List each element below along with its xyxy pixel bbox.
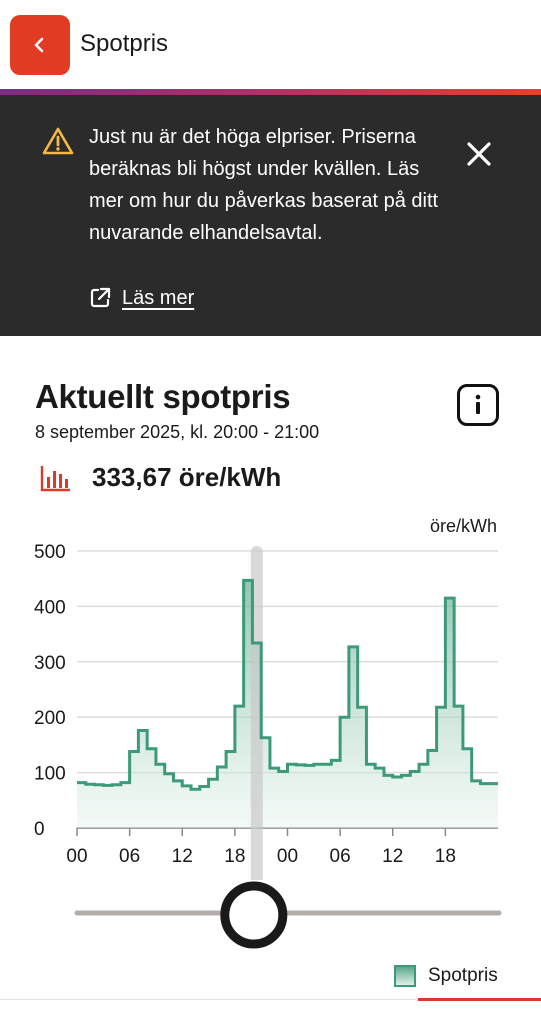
price-period: 8 september 2025, kl. 20:00 - 21:00	[35, 422, 320, 442]
y-tick-label: 300	[34, 653, 66, 674]
alert-message: Just nu är det höga elpriser. Priserna b…	[89, 126, 439, 244]
x-tick-label: 12	[172, 846, 193, 867]
legend-label: Spotpris	[428, 965, 498, 986]
x-tick-label: 18	[435, 846, 456, 867]
page-title: Spotpris	[80, 30, 169, 57]
x-tick-label: 00	[66, 846, 87, 867]
legend-swatch	[394, 965, 416, 987]
y-tick-label: 0	[34, 819, 45, 840]
y-tick-label: 100	[34, 764, 66, 785]
bottom-tab-indicator	[418, 998, 541, 1001]
y-axis-unit-label: öre/kWh	[430, 516, 497, 536]
close-icon	[467, 142, 491, 166]
y-axis-ticks: 0 100 200 300 400 500	[34, 542, 66, 840]
current-price: 333,67 öre/kWh	[92, 462, 282, 492]
top-bar: Spotpris	[0, 0, 541, 92]
read-more-label: Läs mer	[122, 286, 195, 309]
y-tick-label: 500	[34, 542, 66, 563]
spot-price-chart: öre/kWh 0 100 200 300 400 500 00 06 12 18 00 06 12 1…	[34, 516, 498, 880]
slider-thumb[interactable]	[220, 881, 288, 949]
close-banner-button[interactable]	[460, 135, 498, 173]
bar-chart-icon	[40, 465, 70, 491]
warning-triangle-icon	[42, 127, 74, 155]
chart-legend: Spotpris	[394, 965, 498, 987]
x-tick-label: 06	[119, 846, 140, 867]
info-icon	[475, 394, 481, 414]
x-tick-label: 06	[330, 846, 351, 867]
x-tick-label: 00	[277, 846, 298, 867]
y-tick-label: 400	[34, 597, 66, 618]
section-title: Aktuellt spotpris	[35, 378, 291, 415]
time-slider[interactable]	[0, 880, 541, 950]
back-button[interactable]	[10, 15, 70, 75]
external-link-icon	[90, 287, 111, 308]
current-price-row: 333,67 öre/kWh	[40, 462, 281, 493]
y-tick-label: 200	[34, 708, 66, 729]
x-tick-label: 18	[224, 846, 245, 867]
x-tick-label: 12	[382, 846, 403, 867]
info-button[interactable]	[457, 384, 499, 426]
price-area	[77, 580, 498, 828]
chevron-left-icon	[34, 37, 44, 53]
read-more-link[interactable]: Läs mer	[88, 286, 194, 310]
